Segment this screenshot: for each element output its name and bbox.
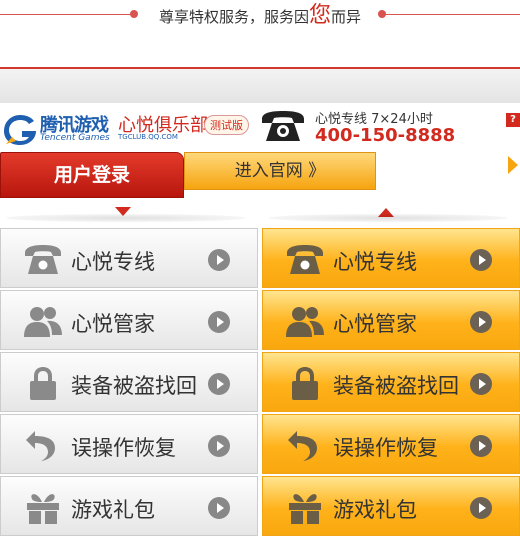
service-hover-tile-3[interactable]: 装备被盗找回 bbox=[262, 352, 520, 412]
slogan-post: 而异 bbox=[331, 8, 362, 26]
service-menu-normal: 心悦专线心悦管家装备被盗找回 误操作恢复游戏礼包 bbox=[0, 228, 258, 537]
play-arrow-icon[interactable] bbox=[470, 497, 492, 519]
tile-label: 心悦管家 bbox=[333, 312, 417, 336]
service-hover-tile-1[interactable]: 心悦专线 bbox=[262, 228, 520, 288]
header-strip bbox=[0, 67, 520, 103]
people-icon bbox=[286, 307, 324, 337]
service-normal-tile-2[interactable]: 心悦管家 bbox=[0, 290, 258, 350]
slogan: 尊享特权服务，服务因 您 而异 bbox=[152, 3, 368, 28]
play-arrow-icon[interactable] bbox=[470, 373, 492, 395]
help-button[interactable]: ? bbox=[506, 113, 520, 127]
tile-label: 装备被盗找回 bbox=[71, 374, 197, 398]
hotline-phone-icon bbox=[262, 111, 304, 141]
next-arrow-icon[interactable] bbox=[508, 156, 518, 174]
service-normal-tile-3[interactable]: 装备被盗找回 bbox=[0, 352, 258, 412]
tencent-games-logo-icon bbox=[4, 115, 36, 145]
play-arrow-icon[interactable] bbox=[208, 249, 230, 271]
lock-icon bbox=[30, 367, 56, 400]
club-url: TGCLUB.QQ.COM bbox=[118, 133, 178, 141]
play-arrow-icon[interactable] bbox=[470, 311, 492, 333]
play-arrow-icon[interactable] bbox=[208, 373, 230, 395]
brand-logo-subtext: Tencent Games bbox=[40, 133, 110, 143]
tile-label: 误操作恢复 bbox=[333, 436, 438, 460]
service-hover-tile-2[interactable]: 心悦管家 bbox=[262, 290, 520, 350]
undo-icon bbox=[26, 431, 55, 461]
slogan-emphasis: 您 bbox=[308, 3, 331, 28]
tile-label: 游戏礼包 bbox=[71, 498, 155, 522]
tile-label: 心悦专线 bbox=[71, 250, 155, 274]
slogan-banner: 尊享特权服务，服务因 您 而异 bbox=[0, 0, 520, 32]
play-arrow-icon[interactable] bbox=[470, 435, 492, 457]
tile-label: 心悦专线 bbox=[333, 250, 417, 274]
service-normal-tile-4[interactable]: 误操作恢复 bbox=[0, 414, 258, 474]
page: 尊享特权服务，服务因 您 而异 腾讯游戏 Tencent Games 心悦俱乐部… bbox=[0, 0, 520, 537]
phone-icon bbox=[25, 245, 61, 274]
banner-line-right bbox=[384, 14, 520, 15]
play-arrow-icon[interactable] bbox=[208, 435, 230, 457]
play-arrow-icon[interactable] bbox=[208, 497, 230, 519]
banner-line-left bbox=[0, 14, 134, 15]
hotline-number: 400-150-8888 bbox=[315, 125, 456, 146]
tile-label: 误操作恢复 bbox=[71, 436, 176, 460]
lock-icon bbox=[292, 367, 318, 400]
service-hover-tile-4[interactable]: 误操作恢复 bbox=[262, 414, 520, 474]
phone-icon bbox=[287, 245, 323, 274]
banner-dot-left bbox=[130, 10, 138, 18]
slogan-pre: 尊享特权服务，服务因 bbox=[158, 8, 309, 26]
right-divider-shadow bbox=[268, 214, 508, 222]
service-hover-tile-5[interactable]: 游戏礼包 bbox=[262, 476, 520, 536]
play-arrow-icon[interactable] bbox=[470, 249, 492, 271]
tile-label: 心悦管家 bbox=[71, 312, 155, 336]
service-normal-tile-5[interactable]: 游戏礼包 bbox=[0, 476, 258, 536]
service-normal-tile-1[interactable]: 心悦专线 bbox=[0, 228, 258, 288]
user-login-tab[interactable]: 用户登录 bbox=[0, 152, 184, 198]
tile-label: 装备被盗找回 bbox=[333, 374, 459, 398]
tile-label: 游戏礼包 bbox=[333, 498, 417, 522]
enter-official-site-button[interactable]: 进入官网 》 bbox=[184, 152, 376, 190]
brand-row: 腾讯游戏 Tencent Games 心悦俱乐部 TGCLUB.QQ.COM 测… bbox=[0, 105, 520, 149]
left-divider-shadow bbox=[6, 214, 246, 222]
beta-badge: 测试版 bbox=[204, 115, 249, 135]
people-icon bbox=[24, 307, 62, 337]
undo-icon bbox=[288, 431, 317, 461]
play-arrow-icon[interactable] bbox=[208, 311, 230, 333]
service-menu-hover: 心悦专线心悦管家装备被盗找回 误操作恢复游戏礼包 bbox=[262, 228, 520, 537]
gift-icon bbox=[289, 494, 321, 524]
gift-icon bbox=[27, 494, 59, 524]
